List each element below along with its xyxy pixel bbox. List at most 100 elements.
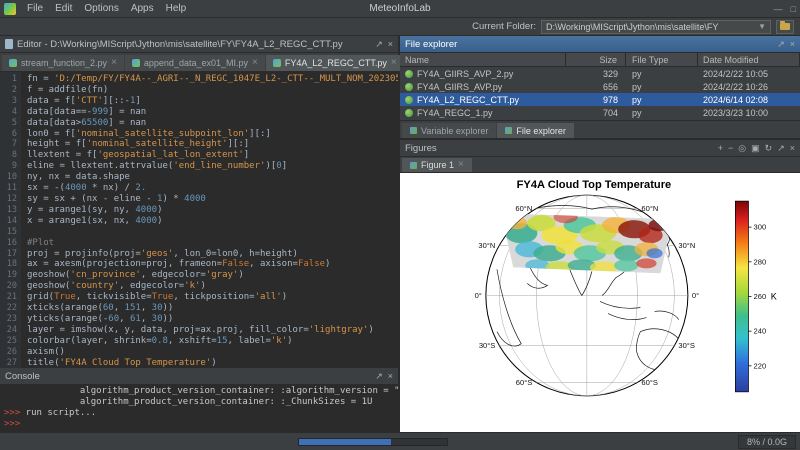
tab-close-icon[interactable]: ×: [111, 59, 117, 67]
tab-label: Variable explorer: [421, 126, 488, 136]
tab-close-icon[interactable]: ×: [252, 59, 258, 67]
tab-close-icon[interactable]: ×: [458, 161, 464, 169]
line-number: 3: [0, 96, 17, 107]
rotate-icon[interactable]: ↻: [765, 143, 773, 154]
figures-panel: Figures + − ◎ ▣ ↻ ↗ × Figure 1 ×: [400, 140, 800, 432]
console-command: run script...: [20, 408, 96, 418]
close-icon[interactable]: ×: [790, 39, 795, 50]
code-line: lon0 = f['nominal_satellite_subpoint_lon…: [27, 129, 398, 140]
py-file-icon: [9, 59, 17, 67]
py-file-icon: [405, 83, 413, 91]
figure-tick-label: 240: [754, 327, 767, 336]
line-number: 14: [0, 216, 17, 227]
column-header-file-type[interactable]: File Type: [626, 53, 698, 66]
tab-variable-explorer[interactable]: Variable explorer: [402, 123, 496, 138]
line-number: 25: [0, 336, 17, 347]
table-row[interactable]: FY4A_L2_REGC_CTT.py978py2024/6/14 02:08: [400, 93, 800, 106]
editor-tab[interactable]: append_data_ex01_MI.py×: [125, 55, 265, 71]
right-column: File explorer ↗ × NameSizeFile TypeDate …: [400, 36, 800, 432]
column-header-date-modified[interactable]: Date Modified: [698, 53, 800, 66]
console-output[interactable]: algorithm_product_version_container: :al…: [0, 385, 398, 432]
close-icon[interactable]: ×: [388, 39, 393, 50]
chevron-down-icon[interactable]: ▼: [758, 22, 766, 31]
figure-title: FY4A Cloud Top Temperature: [517, 179, 672, 191]
file-type-cell: py: [626, 95, 698, 105]
restore-icon[interactable]: □: [791, 4, 796, 14]
code-line: data = f['CTT'][::-1]: [27, 96, 398, 107]
line-number: 2: [0, 85, 17, 96]
colorbar-ticks: 300280260240220: [748, 223, 766, 371]
table-row[interactable]: FY4A_REGC_1.py704py2023/3/23 10:00: [400, 106, 800, 119]
line-number: 26: [0, 347, 17, 358]
editor-tab[interactable]: FY4A_L2_REGC_CTT.py×: [266, 55, 404, 71]
float-panel-icon[interactable]: ↗: [777, 143, 785, 154]
folder-icon: [780, 23, 790, 30]
code-line: #Plot: [27, 238, 398, 249]
menu-item-options[interactable]: Options: [78, 2, 124, 15]
table-row[interactable]: FY4A_GIIRS_AVP_2.py329py2024/2/22 10:05: [400, 67, 800, 80]
menu-item-apps[interactable]: Apps: [125, 2, 160, 15]
code-line: llextent = f['geospatial_lat_lon_extent'…: [27, 150, 398, 161]
float-panel-icon[interactable]: ↗: [375, 39, 383, 50]
map-figure[interactable]: FY4A Cloud Top Temperature: [400, 173, 800, 432]
editor-title-bar: Editor - D:\Working\MIScript\Jython\mis\…: [0, 36, 398, 53]
code-line: geoshow('cn_province', edgecolor='gray'): [27, 270, 398, 281]
code-line: sy = sx + (nx - eline - 1) * 4000: [27, 194, 398, 205]
file-size-cell: 329: [566, 69, 626, 79]
current-folder-combo[interactable]: D:\Working\MIScript\Jython\mis\satellite…: [541, 20, 771, 34]
float-panel-icon[interactable]: ↗: [375, 371, 383, 382]
table-row[interactable]: FY4A_GIIRS_AVP.py656py2024/2/22 10:26: [400, 80, 800, 93]
column-header-name[interactable]: Name: [400, 53, 566, 66]
figure-tick-label: 30°S: [678, 341, 695, 350]
full-extent-icon[interactable]: ◎: [738, 143, 746, 154]
line-number: 1: [0, 74, 17, 85]
tab-file-explorer[interactable]: File explorer: [497, 123, 574, 138]
editor-tab[interactable]: stream_function_2.py ×: [2, 55, 124, 71]
tab-close-icon[interactable]: ×: [391, 59, 397, 67]
code-area[interactable]: 1234567891011121314151617181920212223242…: [0, 72, 398, 368]
editor-code[interactable]: fn = 'D:/Temp/FY/FY4A--_AGRI--_N_REGC_10…: [21, 72, 398, 368]
figure-canvas[interactable]: FY4A Cloud Top Temperature: [400, 173, 800, 432]
menu-item-edit[interactable]: Edit: [49, 2, 78, 15]
select-icon[interactable]: ▣: [751, 143, 760, 154]
close-icon[interactable]: ×: [790, 143, 795, 154]
line-number: 17: [0, 249, 17, 260]
file-modified-cell: 2024/2/22 10:26: [698, 82, 800, 92]
float-panel-icon[interactable]: ↗: [777, 39, 785, 50]
line-number: 15: [0, 227, 17, 238]
line-number: 9: [0, 161, 17, 172]
py-file-icon: [405, 96, 413, 104]
progress-bar: [298, 438, 448, 446]
figure-tick-label: 220: [754, 361, 767, 370]
code-line: fn = 'D:/Temp/FY/FY4A--_AGRI--_N_REGC_10…: [27, 74, 398, 85]
progress-bar-fill: [299, 439, 391, 445]
line-number: 27: [0, 358, 17, 368]
minimize-icon[interactable]: —: [774, 4, 783, 14]
figure-tab-icon: [410, 162, 417, 169]
file-name-cell: FY4A_REGC_1.py: [400, 108, 566, 118]
browse-folder-button[interactable]: [776, 20, 794, 34]
editor-tab-label: stream_function_2.py: [21, 58, 107, 68]
figure-tab-label: Figure 1: [421, 160, 454, 170]
menu-item-help[interactable]: Help: [160, 2, 193, 15]
editor-title: Editor - D:\Working\MIScript\Jython\mis\…: [17, 39, 343, 50]
py-file-icon: [405, 109, 413, 117]
file-name: FY4A_L2_REGC_CTT.py: [417, 95, 519, 105]
zoom-out-icon[interactable]: −: [728, 143, 733, 154]
figure-tick-label: 60°S: [516, 378, 533, 387]
current-folder-bar: Current Folder: D:\Working\MIScript\Jyth…: [0, 18, 800, 36]
close-icon[interactable]: ×: [388, 371, 393, 382]
console-prompt-line: >>>: [4, 419, 394, 430]
code-line: height = f['nominal_satellite_height'][:…: [27, 139, 398, 150]
column-header-size[interactable]: Size: [566, 53, 626, 66]
line-number: 7: [0, 139, 17, 150]
figure-tab[interactable]: Figure 1 ×: [402, 158, 472, 172]
console-prompt-line: >>> run script...: [4, 408, 394, 419]
tab-label: File explorer: [516, 126, 566, 136]
figure-tick-label: 30°N: [678, 241, 695, 250]
menu-item-file[interactable]: File: [21, 2, 49, 15]
current-folder-path: D:\Working\MIScript\Jython\mis\satellite…: [546, 22, 718, 32]
zoom-in-icon[interactable]: +: [718, 143, 723, 154]
tab-icon: [505, 127, 512, 134]
line-number: 21: [0, 292, 17, 303]
